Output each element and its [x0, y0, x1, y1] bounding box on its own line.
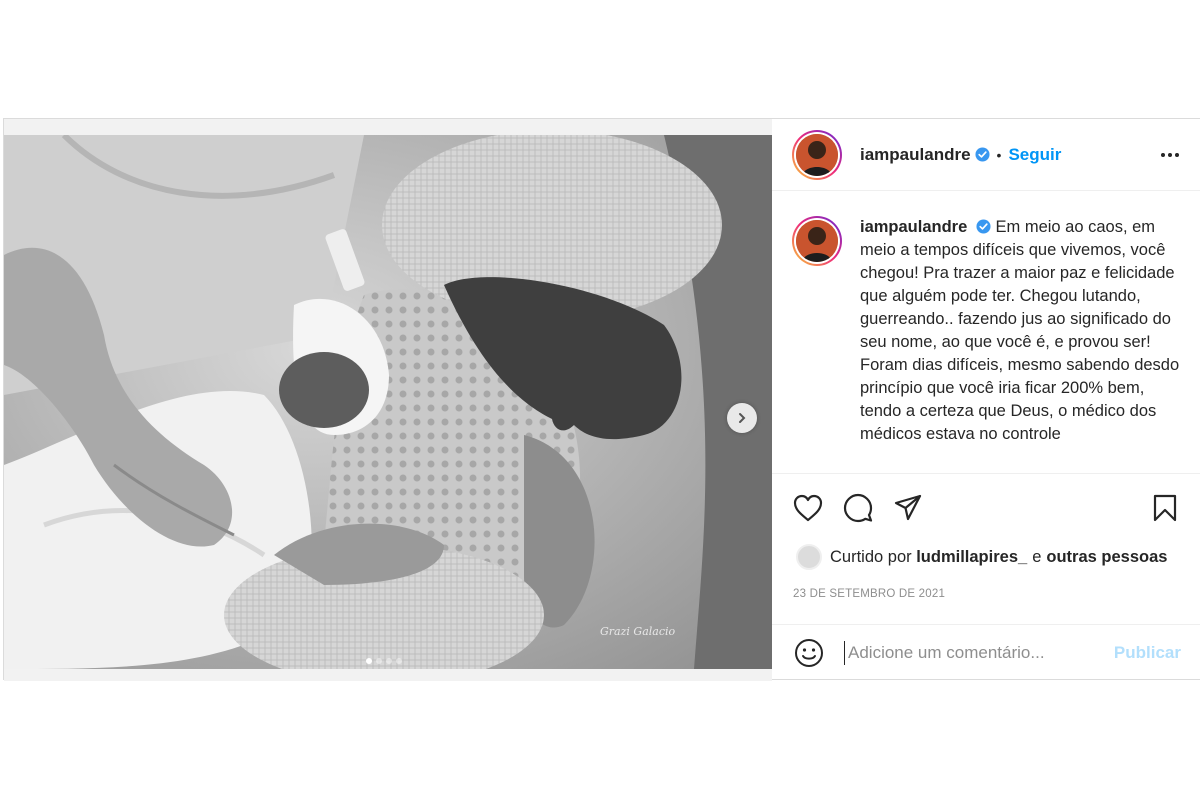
- carousel-dot: [376, 658, 382, 664]
- heart-icon: [793, 494, 823, 522]
- verified-badge-icon: [975, 147, 990, 162]
- smiley-icon[interactable]: [794, 638, 824, 668]
- carousel-dot: [396, 658, 402, 664]
- post-media: Grazi Galacio: [4, 119, 772, 681]
- liked-others-link[interactable]: outras pessoas: [1046, 548, 1167, 567]
- caption-username[interactable]: iampaulandre: [860, 218, 967, 236]
- avatar-photo: [796, 220, 838, 262]
- post-date[interactable]: 23 DE SETEMBRO DE 2021: [772, 570, 1200, 600]
- post-sidebar: iampaulandre • Seguir iampaulandre Em me…: [772, 119, 1200, 681]
- avatar-image: [796, 133, 838, 176]
- actions-section: Curtido por ludmillapires_ e outras pess…: [772, 473, 1200, 624]
- liker-avatar[interactable]: [796, 544, 822, 570]
- paper-plane-icon: [894, 494, 922, 521]
- liked-joiner: e: [1032, 547, 1042, 566]
- carousel-dot-active: [366, 658, 372, 664]
- bookmark-icon: [1153, 494, 1177, 522]
- avatar-image: [796, 220, 838, 262]
- carousel-dot: [386, 658, 392, 664]
- carousel-indicator: [366, 658, 402, 664]
- avatar-photo: [796, 133, 838, 176]
- share-button[interactable]: [892, 492, 924, 524]
- post-header: iampaulandre • Seguir: [772, 119, 1200, 191]
- verified-badge-icon: [976, 219, 991, 234]
- avatar[interactable]: [792, 129, 842, 180]
- post-username[interactable]: iampaulandre: [860, 145, 971, 165]
- comment-bubble-icon: [843, 493, 873, 523]
- action-icons: [772, 474, 1200, 524]
- save-button[interactable]: [1149, 492, 1181, 524]
- post-photo[interactable]: Grazi Galacio: [4, 135, 772, 669]
- caption-avatar[interactable]: [792, 216, 842, 266]
- comment-form: Publicar: [772, 624, 1200, 681]
- likes-summary: Curtido por ludmillapires_ e outras pess…: [772, 524, 1200, 570]
- carousel-next-button[interactable]: [727, 403, 757, 433]
- like-button[interactable]: [792, 492, 824, 524]
- liked-user-link[interactable]: ludmillapires_: [916, 548, 1027, 567]
- photo-illustration: Grazi Galacio: [4, 135, 772, 669]
- comment-input[interactable]: [844, 641, 1114, 665]
- instagram-post: Grazi Galacio iampaulandre • Seguir iamp…: [3, 118, 1200, 681]
- caption-section: iampaulandre Em meio ao caos, em meio a …: [772, 192, 1200, 473]
- chevron-right-icon: [739, 413, 746, 423]
- header-separator: •: [996, 146, 1002, 163]
- publish-button[interactable]: Publicar: [1114, 643, 1181, 663]
- svg-text:Grazi Galacio: Grazi Galacio: [600, 625, 676, 638]
- liked-prefix: Curtido por: [830, 547, 912, 566]
- caption-body: Em meio ao caos, em meio a tempos difíce…: [860, 218, 1180, 443]
- comment-button[interactable]: [842, 492, 874, 524]
- more-options-icon[interactable]: [1155, 147, 1185, 163]
- caption-text: iampaulandre Em meio ao caos, em meio a …: [860, 216, 1180, 473]
- follow-button[interactable]: Seguir: [1008, 145, 1061, 165]
